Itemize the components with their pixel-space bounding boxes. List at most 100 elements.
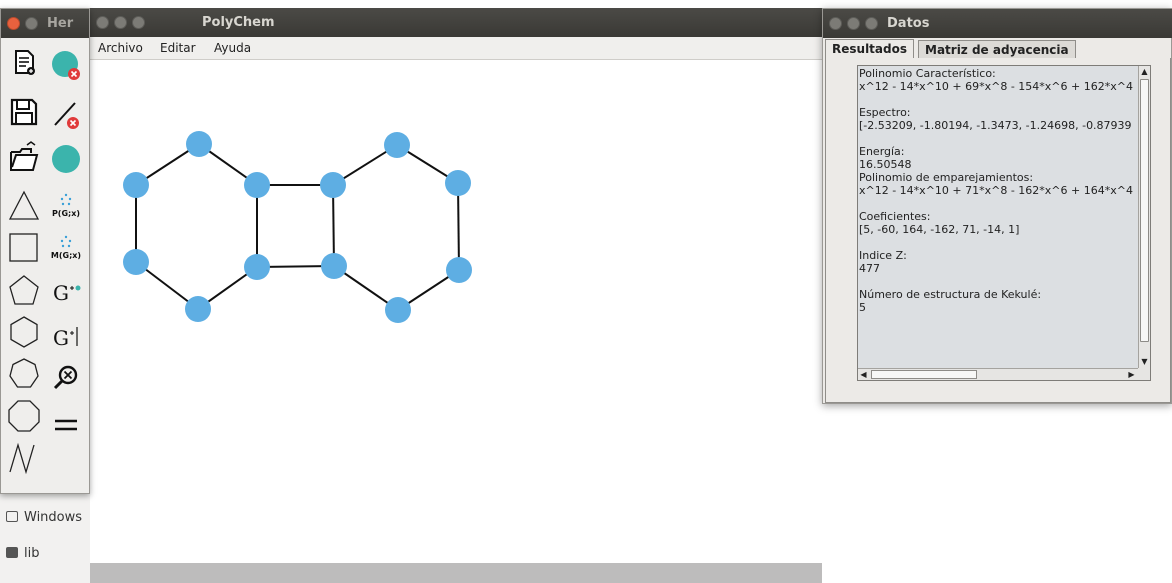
- new-file-icon: [15, 50, 35, 75]
- results-text[interactable]: Polinomio Característico: x^12 - 14*x^10…: [858, 66, 1138, 368]
- menu-bar: Archivo Editar Ayuda: [90, 37, 822, 60]
- scroll-corner: [1138, 368, 1150, 380]
- square-tool[interactable]: [7, 231, 41, 265]
- save-button[interactable]: [7, 95, 41, 129]
- p-polynomial-icon: P(G;x): [52, 193, 80, 218]
- triangle-tool[interactable]: [7, 189, 41, 223]
- datos-titlebar: Datos: [823, 9, 1172, 38]
- scroll-down-arrow-icon[interactable]: ▼: [1139, 356, 1150, 367]
- status-bar: [90, 563, 822, 583]
- minimize-datos-button[interactable]: [847, 17, 860, 30]
- maximize-datos-button[interactable]: [865, 17, 878, 30]
- graph-vertex[interactable]: [185, 296, 211, 322]
- datos-window: Datos Resultados Matriz de adyacencia Po…: [822, 8, 1172, 404]
- graph-add-edge-icon: G: [53, 326, 78, 350]
- save-icon: [10, 98, 38, 126]
- open-folder-icon: [10, 141, 39, 171]
- close-datos-button[interactable]: [829, 17, 842, 30]
- scroll-left-arrow-icon[interactable]: ◀: [858, 369, 869, 380]
- delete-vertex-icon: [52, 51, 80, 80]
- pentagon-icon: [9, 275, 39, 305]
- octagon-tool[interactable]: [7, 399, 41, 433]
- vertical-scrollbar[interactable]: ▲ ▼: [1138, 66, 1150, 368]
- file-item-lib[interactable]: lib: [6, 546, 39, 561]
- square-icon: [9, 233, 38, 262]
- characteristic-polynomial-button[interactable]: P(G;x): [49, 189, 83, 223]
- datos-tabs: Resultados Matriz de adyacencia: [823, 39, 1172, 59]
- vertical-scroll-thumb[interactable]: [1140, 79, 1149, 342]
- pentagon-tool[interactable]: [7, 273, 41, 307]
- matching-polynomial-button[interactable]: M(G;x): [49, 231, 83, 265]
- scroll-right-arrow-icon[interactable]: ▶: [1126, 369, 1137, 380]
- delete-edge-button[interactable]: [49, 97, 83, 131]
- equals-icon: [55, 419, 77, 431]
- hexagon-icon: [10, 316, 38, 348]
- triangle-icon: [8, 190, 40, 220]
- zigzag-icon: [9, 442, 35, 475]
- main-titlebar: PolyChem: [90, 8, 822, 37]
- zoom-clear-button[interactable]: [49, 361, 83, 395]
- maximize-window-button[interactable]: [132, 16, 145, 29]
- graph-vertex[interactable]: [321, 253, 347, 279]
- g-add-vertex-label: G: [53, 281, 69, 305]
- heptagon-tool[interactable]: [7, 357, 41, 391]
- minimize-window-button[interactable]: [114, 16, 127, 29]
- new-file-button[interactable]: [7, 45, 41, 79]
- hexagon-tool[interactable]: [7, 315, 41, 349]
- magnifier-x-icon: [53, 365, 78, 390]
- graph-vertex[interactable]: [385, 297, 411, 323]
- menu-ayuda[interactable]: Ayuda: [214, 41, 251, 55]
- delete-vertex-button[interactable]: [49, 47, 83, 81]
- tools-window-title: Her: [47, 16, 74, 31]
- close-tools-button[interactable]: [7, 17, 20, 30]
- equals-button[interactable]: [49, 407, 83, 441]
- resultados-panel: Polinomio Característico: x^12 - 14*x^10…: [825, 58, 1171, 403]
- horizontal-scroll-thumb[interactable]: [871, 370, 977, 379]
- scroll-up-arrow-icon[interactable]: ▲: [1139, 66, 1150, 77]
- tab-matriz-adyacencia[interactable]: Matriz de adyacencia: [918, 40, 1076, 59]
- vertex-icon: [52, 145, 80, 173]
- graph-edge[interactable]: [457, 182, 460, 271]
- graph-vertex[interactable]: [186, 131, 212, 157]
- graph-add-vertex-icon: G: [53, 281, 81, 305]
- open-file-button[interactable]: [7, 141, 41, 175]
- add-edge-to-graph-button[interactable]: G: [49, 318, 83, 352]
- tools-titlebar: Her: [1, 9, 89, 38]
- window-title: PolyChem: [202, 15, 275, 30]
- graph-vertex[interactable]: [384, 132, 410, 158]
- p-polynomial-label: P(G;x): [52, 209, 80, 218]
- desktop-top-strip: [0, 0, 1172, 8]
- heptagon-icon: [9, 358, 39, 388]
- m-polynomial-icon: M(G;x): [51, 235, 81, 260]
- graph-vertex[interactable]: [445, 170, 471, 196]
- menu-editar[interactable]: Editar: [160, 41, 196, 55]
- graph-canvas[interactable]: [90, 60, 822, 563]
- add-vertex-to-graph-button[interactable]: G: [49, 274, 83, 308]
- datos-window-title: Datos: [887, 16, 930, 31]
- close-window-button[interactable]: [96, 16, 109, 29]
- graph-vertex[interactable]: [446, 257, 472, 283]
- folder-icon: [6, 547, 18, 558]
- g-add-edge-label: G: [53, 326, 69, 350]
- file-item-label: Windows: [24, 510, 83, 525]
- file-item-label: lib: [24, 546, 40, 561]
- molecular-graph[interactable]: [90, 60, 822, 563]
- graph-vertex[interactable]: [123, 249, 149, 275]
- graph-vertex[interactable]: [320, 172, 346, 198]
- graph-vertex[interactable]: [123, 172, 149, 198]
- results-scrollpane[interactable]: Polinomio Característico: x^12 - 14*x^10…: [857, 65, 1151, 381]
- minimize-tools-button[interactable]: [25, 17, 38, 30]
- zigzag-chain-tool[interactable]: [7, 441, 41, 475]
- drive-icon: [6, 511, 18, 522]
- menu-archivo[interactable]: Archivo: [98, 41, 143, 55]
- file-item-windows[interactable]: Windows: [6, 510, 82, 525]
- graph-vertex[interactable]: [244, 254, 270, 280]
- tools-window: Her P(G;x) M(G;x) G G: [0, 8, 90, 494]
- polychem-window: PolyChem Archivo Editar Ayuda: [90, 8, 822, 583]
- graph-vertex[interactable]: [244, 172, 270, 198]
- add-vertex-button[interactable]: [49, 142, 83, 176]
- delete-edge-icon: [54, 102, 79, 129]
- octagon-icon: [8, 400, 40, 432]
- horizontal-scrollbar[interactable]: ◀ ▶: [858, 368, 1138, 380]
- tab-resultados[interactable]: Resultados: [825, 39, 914, 59]
